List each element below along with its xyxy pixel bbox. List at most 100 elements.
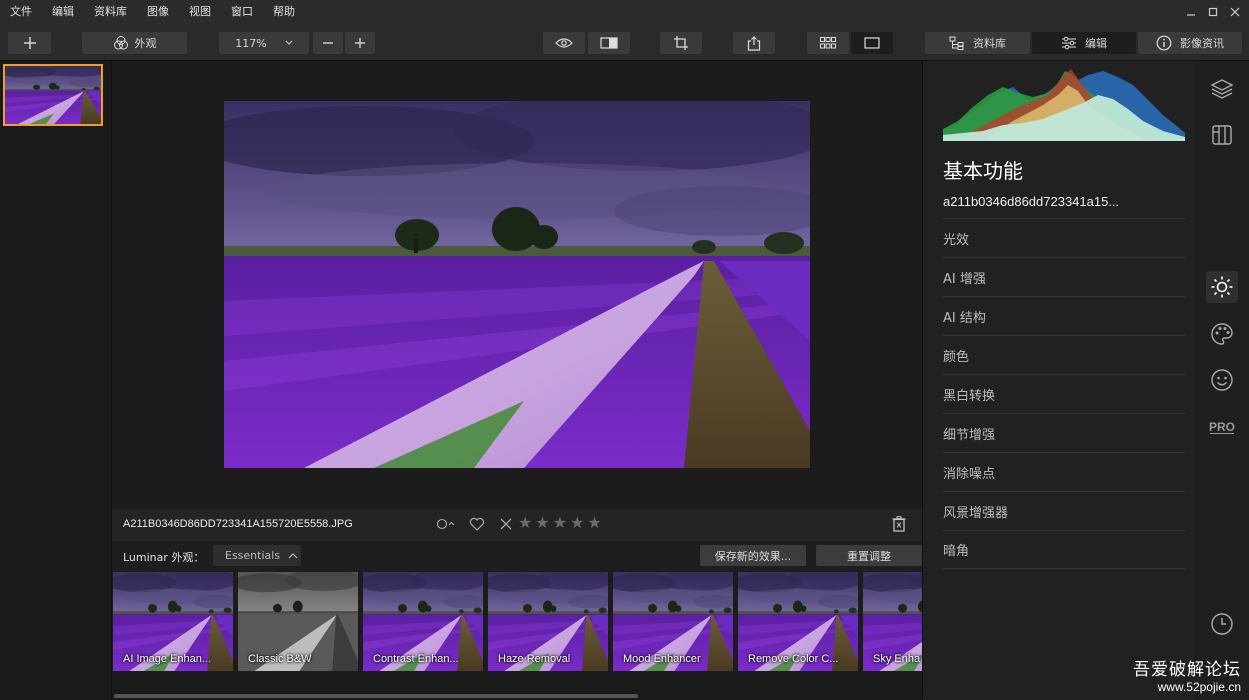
main-photo[interactable] [224,101,810,468]
save-new-look-button[interactable]: 保存新的效果... [700,545,806,566]
add-photos-button[interactable] [8,32,51,54]
tool-ai-structure[interactable]: AI 结构 [943,296,1185,335]
favorite-button[interactable] [469,517,485,534]
tool-details-enhancer[interactable]: 细节增强 [943,413,1185,452]
look-thumbnail[interactable]: Sky Enha [863,572,922,671]
tab-image-info[interactable]: 影像资讯 [1138,32,1242,54]
preview-button[interactable] [543,32,585,54]
tab-library-label: 资料库 [973,37,1006,50]
canvas-icon [1212,125,1232,145]
look-thumbnail[interactable]: Remove Color C... [738,572,858,671]
menu-window[interactable]: 窗口 [221,0,263,24]
grid-view-button[interactable] [807,32,849,54]
look-label: Mood Enhancer [623,653,701,665]
filmstrip-thumbnail-selected[interactable] [3,64,103,126]
pro-label: PRO [1209,420,1235,434]
creative-palette-icon [1211,323,1233,345]
image-info-bar: A211B0346D86DD723341A155720E5558.JPG ★ ★… [112,509,922,541]
menu-bar: 文件 编辑 资料库 图像 视图 窗口 帮助 [0,0,1249,24]
looks-toggle-button[interactable]: 外观 [82,32,187,54]
delete-button[interactable] [892,516,906,535]
pro-icon: PRO [1209,420,1235,434]
look-thumbnail[interactable]: Classic B&W [238,572,358,671]
minimize-button[interactable] [1183,4,1199,20]
lavender-field-photo [224,101,810,468]
window-controls [1183,0,1243,24]
tool-light[interactable]: 光效 [943,218,1185,257]
portrait-button[interactable] [1206,364,1238,396]
compare-button[interactable] [588,32,630,54]
menu-image[interactable]: 图像 [137,0,179,24]
tool-category-sidebar: PRO [1194,61,1249,700]
look-thumbnail[interactable]: Haze Removal [488,572,608,671]
zoom-out-button[interactable] [313,32,343,54]
creative-button[interactable] [1206,318,1238,350]
zoom-in-button[interactable] [345,32,375,54]
library-icon [949,36,964,50]
color-label-dropdown[interactable] [436,517,456,534]
crop-button[interactable] [660,32,702,54]
share-export-icon [747,35,761,51]
star-icon[interactable]: ★ [570,515,584,531]
minus-icon [323,42,333,44]
sliders-icon [1062,36,1076,50]
reset-adjustments-button[interactable]: 重置调整 [816,545,922,566]
tool-bw-conversion[interactable]: 黑白转换 [943,374,1185,413]
watermark-title: 吾爱破解论坛 [1133,660,1241,680]
looks-scrollbar[interactable] [112,692,922,700]
single-view-button[interactable] [851,32,893,54]
plus-icon [355,38,365,48]
tool-denoise[interactable]: 消除噪点 [943,452,1185,491]
tool-ai-enhance[interactable]: AI 增强 [943,257,1185,296]
star-icon[interactable]: ★ [535,515,549,531]
tool-color[interactable]: 颜色 [943,335,1185,374]
looks-category-dropdown[interactable]: Essentials [213,545,301,566]
filmstrip [0,61,112,700]
tool-list: 光效 AI 增强 AI 结构 颜色 黑白转换 细节增强 消除噪点 风景增强器 暗… [943,218,1185,569]
star-icon[interactable]: ★ [587,515,601,531]
crop-icon [674,36,688,50]
single-image-icon [864,37,880,49]
chevron-down-icon [285,40,293,45]
look-thumbnail[interactable]: Mood Enhancer [613,572,733,671]
looks-label: Luminar 外观： [123,551,205,564]
plus-icon [23,37,36,49]
pro-button[interactable]: PRO [1206,411,1238,443]
menu-view[interactable]: 视图 [179,0,221,24]
layers-button[interactable] [1206,73,1238,105]
split-compare-icon [600,37,618,49]
scrollbar-thumb[interactable] [114,694,638,698]
tab-library[interactable]: 资料库 [925,32,1030,54]
history-clock-icon [1211,613,1233,635]
maximize-button[interactable] [1205,4,1221,20]
looks-circles-icon [113,36,128,50]
watermark-url: www.52pojie.cn [1157,680,1241,694]
look-thumbnail[interactable]: AI Image Enhan... [113,572,233,671]
look-label: Contrast Enhan... [373,653,459,665]
close-window-button[interactable] [1227,4,1243,20]
tool-landscape-enhancer[interactable]: 风景增强器 [943,491,1185,530]
history-button[interactable] [1206,608,1238,640]
tab-edit[interactable]: 编辑 [1032,32,1136,54]
canvas-button[interactable] [1206,119,1238,151]
zoom-dropdown[interactable]: 117% [219,32,309,54]
look-thumbnail[interactable]: Contrast Enhan... [363,572,483,671]
menu-help[interactable]: 帮助 [263,0,305,24]
reject-button[interactable] [500,518,512,533]
menu-file[interactable]: 文件 [0,0,42,24]
share-button[interactable] [733,32,775,54]
panel-filename: a211b0346d86dd723341a15... [943,194,1120,209]
menu-edit[interactable]: 编辑 [42,0,84,24]
trash-icon [892,516,906,532]
tool-vignette[interactable]: 暗角 [943,530,1185,569]
chevron-up-icon [288,553,298,559]
histogram [943,69,1185,141]
star-icon[interactable]: ★ [518,515,532,531]
star-icon[interactable]: ★ [553,515,567,531]
image-canvas[interactable] [112,61,922,509]
essentials-button[interactable] [1206,271,1238,303]
close-icon [1230,7,1240,17]
menu-library[interactable]: 资料库 [84,0,137,24]
star-rating: ★ ★ ★ ★ ★ [518,515,602,531]
image-filename: A211B0346D86DD723341A155720E5558.JPG [123,518,353,530]
